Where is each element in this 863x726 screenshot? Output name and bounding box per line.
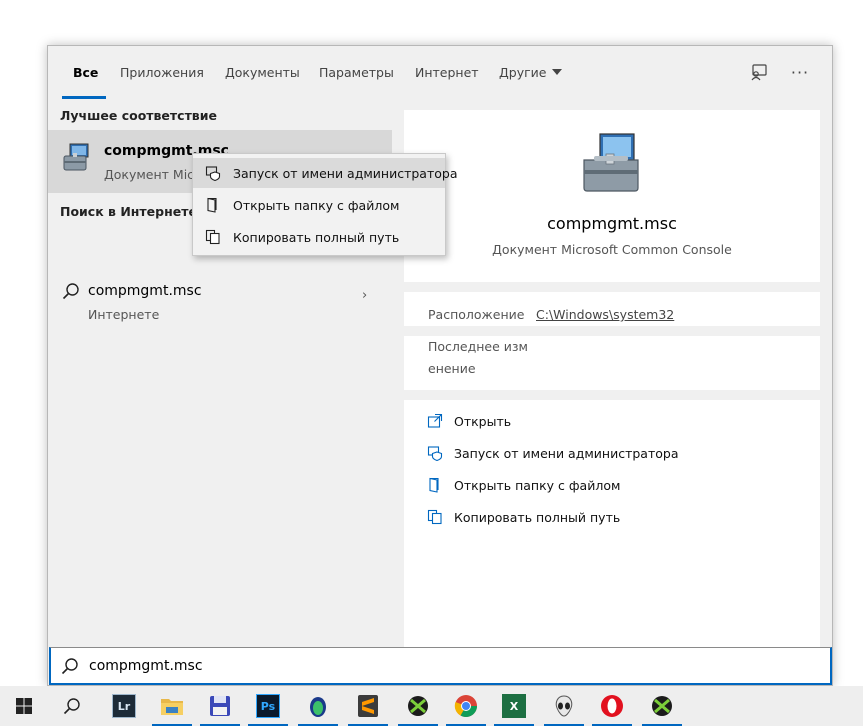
alien-app-icon[interactable]	[540, 686, 588, 726]
action-run-as-admin[interactable]: Запуск от имени администратора	[426, 442, 678, 464]
computer-management-large-icon	[583, 133, 639, 192]
search-panel: Все Приложения Документы Параметры Интер…	[47, 45, 833, 686]
tab-all[interactable]: Все	[73, 65, 98, 80]
web-search-title: compmgmt.msc	[88, 283, 202, 299]
context-menu-run-as-admin[interactable]: Запуск от имени администратора	[193, 158, 457, 188]
search-icon	[61, 658, 78, 675]
best-match-subtitle: Документ Microsoft Common Console	[104, 167, 194, 182]
tab-internet[interactable]: Интернет	[415, 65, 479, 80]
modified-label-line2: енение	[428, 361, 476, 376]
more-icon[interactable]: ···	[789, 61, 811, 83]
action-open-folder[interactable]: Открыть папку с файлом	[426, 474, 620, 496]
xbox-app-icon-2[interactable]	[638, 686, 686, 726]
action-open-label: Открыть	[454, 413, 512, 429]
detail-subtitle: Документ Microsoft Common Console	[492, 242, 732, 257]
computer-management-icon	[63, 143, 89, 171]
location-link[interactable]: C:\Windows\system32	[536, 307, 674, 322]
opera-icon[interactable]	[588, 686, 636, 726]
location-label: Расположение	[428, 307, 525, 322]
detail-title: compmgmt.msc	[547, 214, 677, 233]
copy-icon	[205, 229, 221, 245]
tab-settings[interactable]: Параметры	[319, 65, 394, 80]
copy-icon	[426, 508, 444, 526]
tab-other[interactable]: Другие	[499, 65, 563, 80]
tab-other-label: Другие	[499, 65, 547, 80]
folder-icon	[426, 476, 444, 494]
divider	[404, 326, 820, 336]
tab-apps[interactable]: Приложения	[120, 65, 204, 80]
excel-icon[interactable]: X	[490, 686, 538, 726]
feedback-icon[interactable]	[748, 61, 770, 83]
tab-documents[interactable]: Документы	[225, 65, 300, 80]
lightroom-icon[interactable]: Lr	[100, 686, 148, 726]
search-input[interactable]	[89, 658, 689, 674]
context-menu-open-folder[interactable]: Открыть папку с файлом	[193, 190, 445, 220]
excel-label: X	[502, 694, 526, 718]
open-icon	[426, 412, 444, 430]
action-copy-path-label: Копировать полный путь	[454, 509, 621, 525]
start-icon[interactable]	[0, 686, 48, 726]
gem-app-icon[interactable]	[294, 686, 342, 726]
context-menu-copy-path[interactable]: Копировать полный путь	[193, 222, 445, 252]
tab-bar: Все Приложения Документы Параметры Интер…	[48, 46, 832, 100]
detail-pane: compmgmt.msc Документ Microsoft Common C…	[404, 110, 820, 650]
chrome-icon[interactable]	[442, 686, 490, 726]
modified-label-line1: Последнее изм	[428, 339, 528, 354]
divider	[404, 282, 820, 292]
search-bar	[49, 647, 832, 685]
divider	[404, 390, 820, 400]
context-menu-open-folder-label: Открыть папку с файлом	[233, 197, 400, 213]
web-search-heading: Поиск в Интернете	[60, 204, 197, 219]
photoshop-icon[interactable]: Ps	[244, 686, 292, 726]
shield-icon	[426, 444, 444, 462]
search-icon[interactable]	[48, 686, 96, 726]
action-run-as-admin-label: Запуск от имени администратора	[454, 445, 679, 461]
shield-icon	[205, 165, 221, 181]
lightroom-label: Lr	[112, 694, 136, 718]
save-app-icon[interactable]	[196, 686, 244, 726]
file-explorer-icon[interactable]	[148, 686, 196, 726]
context-menu-copy-path-label: Копировать полный путь	[233, 229, 400, 245]
action-copy-path[interactable]: Копировать полный путь	[426, 506, 620, 528]
web-search-item[interactable]: compmgmt.msc Интернете ›	[48, 276, 392, 326]
web-search-subtitle: Интернете	[88, 307, 160, 322]
context-menu: Запуск от имени администратора Открыть п…	[192, 153, 457, 256]
photoshop-label: Ps	[256, 694, 280, 718]
active-tab-indicator	[62, 96, 106, 99]
folder-icon	[205, 197, 221, 213]
action-open[interactable]: Открыть	[426, 410, 511, 432]
context-menu-run-as-admin-label: Запуск от имени администратора	[233, 165, 458, 181]
chevron-down-icon	[552, 69, 563, 75]
sublime-icon[interactable]	[344, 686, 392, 726]
xbox-app-icon[interactable]	[394, 686, 442, 726]
best-match-heading: Лучшее соответствие	[60, 108, 217, 123]
search-icon	[62, 283, 79, 300]
action-open-folder-label: Открыть папку с файлом	[454, 477, 621, 493]
chevron-right-icon: ›	[362, 288, 368, 303]
taskbar: Lr Ps X	[0, 686, 863, 726]
